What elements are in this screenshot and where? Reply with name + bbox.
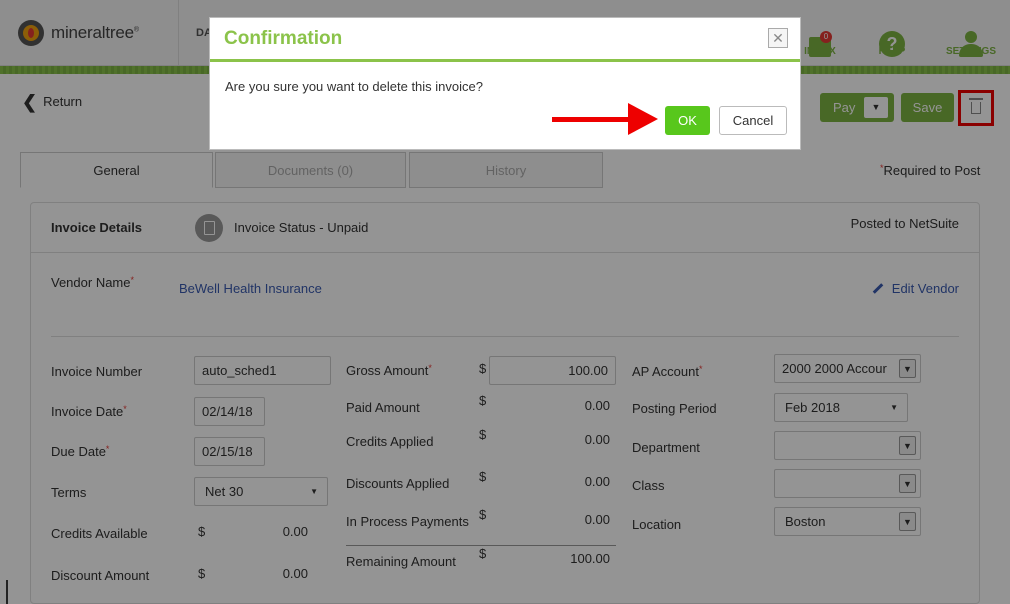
ok-button[interactable]: OK [665,106,710,135]
close-icon[interactable]: ✕ [768,28,788,48]
dialog-title: Confirmation [224,28,343,49]
text-cursor [6,580,8,604]
pointer-arrow-shaft [552,117,630,122]
cancel-button[interactable]: Cancel [719,106,787,135]
confirmation-dialog: Confirmation ✕ Are you sure you want to … [209,17,801,150]
pointer-arrow-icon [628,103,658,135]
dialog-header: Confirmation ✕ [210,18,800,62]
dialog-message: Are you sure you want to delete this inv… [225,79,483,94]
